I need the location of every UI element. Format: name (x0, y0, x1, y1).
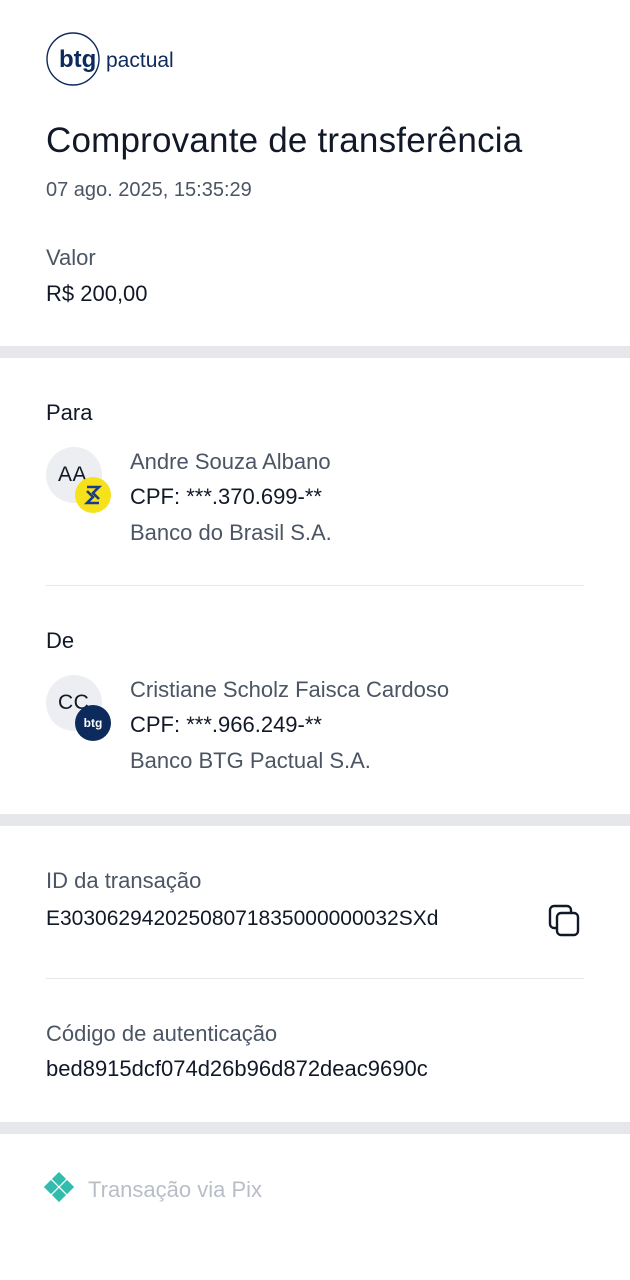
divider (46, 585, 584, 586)
sender-cpf: CPF: ***.966.249-** (130, 712, 322, 737)
section-separator (0, 814, 630, 826)
recipient-bank: Banco do Brasil S.A. (130, 520, 332, 545)
sender-avatar: CC btg (46, 675, 111, 741)
transaction-id-label: ID da transação (46, 868, 202, 893)
transaction-id-value: E30306294202508071835000000032SXd (46, 907, 439, 930)
sender-name: Cristiane Scholz Faisca Cardoso (130, 677, 450, 702)
pix-icon (43, 1171, 75, 1207)
recipient-name: Andre Souza Albano (130, 449, 331, 474)
auth-code-value: bed8915dcf074d26b96d872deac9690c (46, 1056, 428, 1081)
btg-logo-icon: btg (75, 705, 111, 741)
btg-badge-text: btg (83, 716, 103, 730)
amount-label: Valor (46, 245, 96, 270)
section-separator (0, 346, 630, 358)
logo-text-bold: btg (59, 46, 96, 73)
recipient-section-label: Para (46, 400, 93, 425)
transaction-date: 07 ago. 2025, 15:35:29 (46, 179, 252, 201)
amount-value: R$ 200,00 (46, 281, 148, 306)
recipient-cpf: CPF: ***.370.699-** (130, 484, 322, 509)
copy-icon[interactable] (546, 902, 584, 940)
auth-code-label: Código de autenticação (46, 1021, 278, 1046)
logo-text-light: pactual (106, 49, 174, 72)
sender-bank: Banco BTG Pactual S.A. (130, 748, 371, 773)
page-title: Comprovante de transferência (46, 121, 523, 160)
pix-footer: Transação via Pix (43, 1171, 263, 1207)
section-separator (0, 1122, 630, 1134)
sender-section-label: De (46, 628, 75, 653)
pix-label: Transação via Pix (88, 1176, 263, 1202)
divider (46, 978, 584, 979)
btg-pactual-logo: btg pactual (45, 32, 185, 86)
recipient-avatar: AA (46, 447, 111, 513)
banco-do-brasil-logo-icon (75, 477, 111, 513)
